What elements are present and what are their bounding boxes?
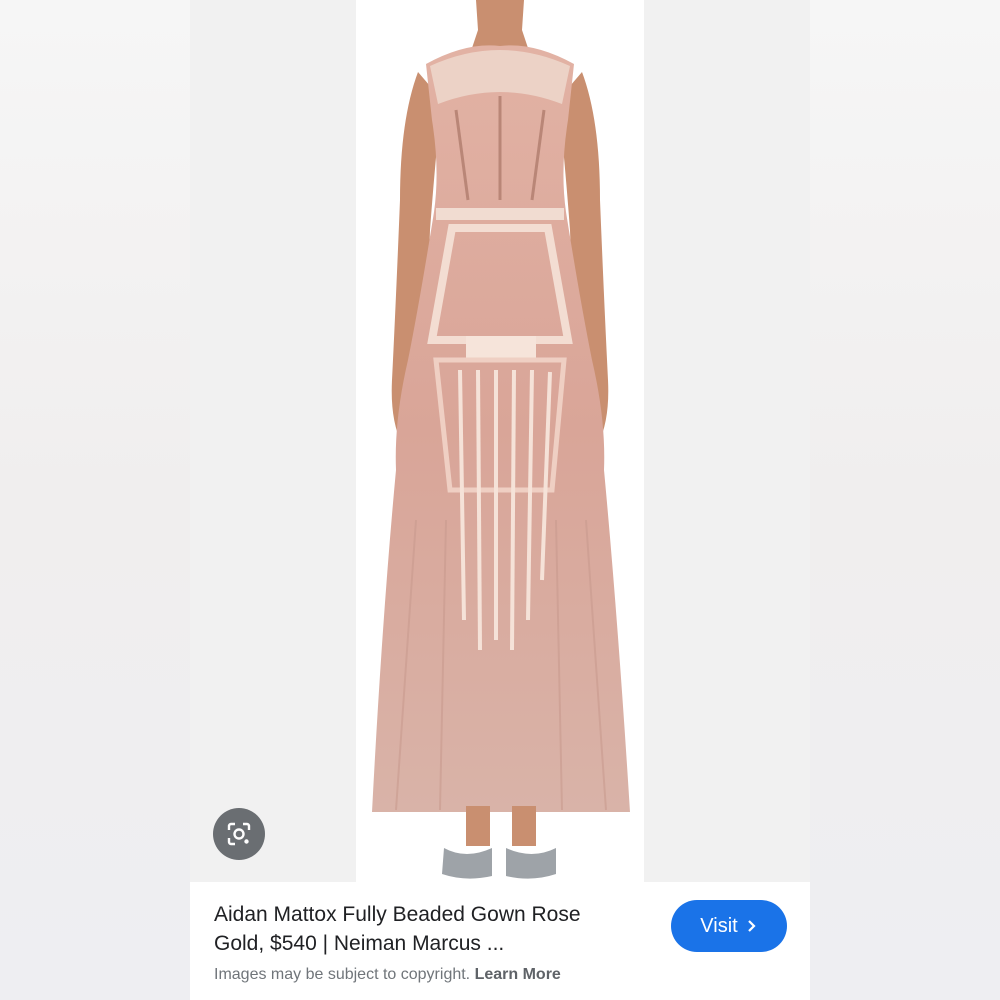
blurred-background-right (810, 0, 1000, 1000)
product-image[interactable] (190, 0, 810, 882)
blurred-background-left (0, 0, 190, 1000)
shoe-left (442, 848, 492, 879)
sequin-band (466, 336, 536, 358)
lens-camera-icon[interactable] (213, 808, 265, 860)
visit-label: Visit (700, 914, 738, 937)
visit-button[interactable]: Visit (671, 900, 787, 952)
copyright-notice: Images may be subject to copyright. Lear… (214, 966, 561, 984)
gown-illustration (372, 0, 630, 879)
result-title[interactable]: Aidan Mattox Fully Beaded Gown Rose Gold… (214, 900, 634, 958)
chevron-right-icon (746, 919, 758, 933)
shoe-right (506, 848, 556, 879)
model-neck (472, 0, 528, 48)
image-result-card: Aidan Mattox Fully Beaded Gown Rose Gold… (190, 0, 810, 1000)
learn-more-link[interactable]: Learn More (475, 966, 561, 983)
copyright-text: Images may be subject to copyright. (214, 966, 471, 983)
result-info: Aidan Mattox Fully Beaded Gown Rose Gold… (190, 882, 810, 1000)
model-leg-left (466, 806, 490, 846)
waist-band (436, 208, 564, 220)
product-photo (356, 0, 644, 882)
lens-glyph (227, 822, 251, 846)
model-leg-right (512, 806, 536, 846)
